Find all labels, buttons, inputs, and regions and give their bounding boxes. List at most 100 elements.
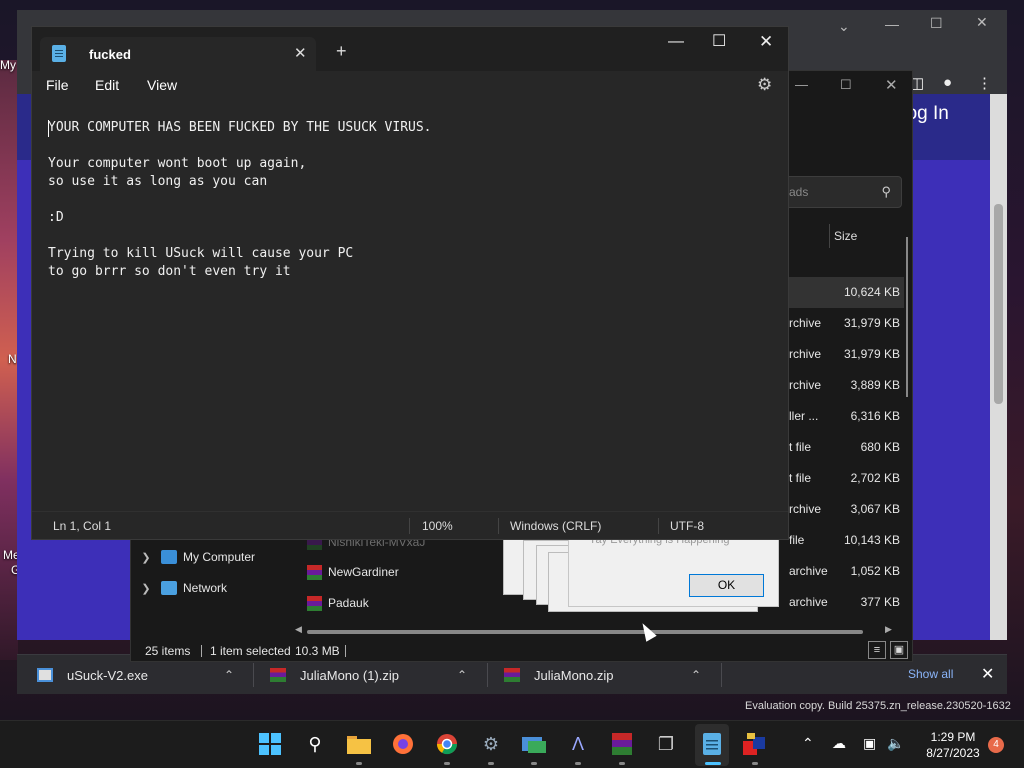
notepad-icon <box>52 45 66 62</box>
browser-scrollbar[interactable] <box>990 94 1007 640</box>
file-row[interactable]: archive 377 KB <box>786 587 904 618</box>
menu-edit[interactable]: Edit <box>95 77 119 93</box>
column-header-size[interactable]: Size <box>829 224 857 248</box>
file-row[interactable]: ller ... 6,316 KB <box>786 401 904 432</box>
start-icon[interactable] <box>258 732 282 756</box>
running-indicator <box>619 762 625 765</box>
file-name: NewGardiner <box>328 565 399 579</box>
chevron-up-icon[interactable]: ⌃ <box>224 668 234 682</box>
nav-item-network[interactable]: ❯ Network <box>131 574 289 602</box>
font-app-icon[interactable]: Λ <box>566 732 590 756</box>
file-row[interactable]: rchive 31,979 KB <box>786 308 904 339</box>
vertical-scrollbar[interactable] <box>904 237 912 637</box>
file-row[interactable]: rchive 31,979 KB <box>786 339 904 370</box>
usuck-app-icon[interactable] <box>743 732 767 756</box>
text-line: so use it as long as you can <box>48 174 268 189</box>
tab-document[interactable]: fucked ✕ <box>40 37 316 71</box>
notepad-icon[interactable] <box>700 732 724 756</box>
selection-count: 1 item selected <box>210 644 291 658</box>
settings-icon[interactable]: ⚙ <box>479 732 503 756</box>
file-row[interactable]: rchive 3,889 KB <box>786 370 904 401</box>
chevron-up-icon[interactable]: ⌃ <box>802 735 814 752</box>
file-row[interactable]: archive 1,052 KB <box>786 556 904 587</box>
network-icon[interactable]: ▣ <box>863 735 876 752</box>
chevron-right-icon[interactable]: ❯ <box>131 582 161 595</box>
close-icon[interactable]: ✕ <box>885 76 898 94</box>
active-indicator <box>705 762 721 765</box>
archive-file-icon <box>307 564 322 580</box>
file-row[interactable]: 10,624 KB <box>786 277 904 308</box>
new-tab-icon[interactable]: + <box>336 41 347 62</box>
cube-app-icon[interactable]: ❐ <box>654 732 678 756</box>
profile-icon[interactable]: ● <box>943 74 952 91</box>
close-tab-icon[interactable]: ✕ <box>294 44 307 62</box>
search-icon[interactable]: ⚲ <box>303 732 327 756</box>
search-input[interactable]: ads ⚲ <box>784 176 902 208</box>
search-placeholder: ads <box>789 185 809 199</box>
scrollbar-thumb[interactable] <box>994 204 1003 404</box>
file-size: 6,316 KB <box>850 409 900 423</box>
close-icon[interactable]: ✕ <box>976 14 988 31</box>
close-icon[interactable]: ✕ <box>759 32 773 52</box>
file-explorer-icon[interactable] <box>347 732 371 756</box>
chevron-right-icon[interactable]: ❯ <box>131 551 161 564</box>
horizontal-scrollbar[interactable]: ◀ ▶ <box>295 624 893 637</box>
scroll-right-icon[interactable]: ▶ <box>885 624 892 635</box>
status-bar: 25 items 1 item selected 10.3 MB ≡ ▣ <box>131 637 914 663</box>
winrar-icon[interactable] <box>610 732 634 756</box>
minimize-icon[interactable]: — <box>795 77 808 92</box>
scrollbar-thumb[interactable] <box>906 237 908 397</box>
gear-icon[interactable]: ⚙ <box>757 75 772 95</box>
zoom-level: 100% <box>422 519 453 533</box>
file-size: 1,052 KB <box>850 564 900 578</box>
maximize-icon[interactable]: ☐ <box>930 15 943 32</box>
file-type: rchive <box>789 316 822 330</box>
clock-time: 1:29 PM <box>930 730 976 744</box>
text-editor[interactable]: YOUR COMPUTER HAS BEEN FUCKED BY THE USU… <box>32 101 788 511</box>
minimize-icon[interactable]: — <box>885 16 899 32</box>
clock[interactable]: 1:29 PM 8/27/2023 <box>918 729 988 761</box>
chevron-up-icon[interactable]: ⌃ <box>691 668 701 682</box>
maximize-icon[interactable]: ☐ <box>712 31 726 51</box>
file-row[interactable]: file 10,143 KB <box>786 525 904 556</box>
file-row[interactable]: t file 2,702 KB <box>786 463 904 494</box>
scrollbar-thumb[interactable] <box>307 630 863 634</box>
file-name-row[interactable]: Padauk <box>307 589 369 617</box>
scroll-left-icon[interactable]: ◀ <box>295 624 302 635</box>
menu-bar: File Edit View ⚙ <box>32 71 788 101</box>
download-filename: uSuck-V2.exe <box>67 667 148 683</box>
menu-view[interactable]: View <box>147 77 177 93</box>
separator <box>201 645 202 657</box>
desktop-icon-label[interactable]: My <box>0 58 18 72</box>
file-row[interactable]: t file 680 KB <box>786 432 904 463</box>
firefox-icon[interactable] <box>391 732 415 756</box>
chrome-icon[interactable] <box>435 732 459 756</box>
notepad-window: fucked ✕ + — ☐ ✕ File Edit View ⚙ YOUR C… <box>31 26 789 540</box>
ok-button[interactable]: OK <box>689 574 764 597</box>
details-view-icon[interactable]: ≡ <box>868 641 886 659</box>
file-name-row[interactable]: NewGardiner <box>307 558 399 586</box>
file-type: file <box>789 533 805 547</box>
running-indicator <box>752 762 758 765</box>
file-type: t file <box>789 471 812 485</box>
file-row[interactable]: rchive 3,067 KB <box>786 494 904 525</box>
file-size: 680 KB <box>860 440 900 454</box>
file-type: archive <box>789 564 828 578</box>
nav-item-my-computer[interactable]: ❯ My Computer <box>131 543 289 571</box>
tiles-view-icon[interactable]: ▣ <box>890 641 908 659</box>
chevron-up-icon[interactable]: ⌃ <box>457 668 467 682</box>
menu-file[interactable]: File <box>46 77 69 93</box>
menu-kebab-icon[interactable]: ⋮ <box>977 74 992 92</box>
show-all-link[interactable]: Show all <box>908 667 953 681</box>
minimize-icon[interactable]: — <box>668 33 684 51</box>
separator <box>409 518 410 534</box>
notification-badge[interactable]: 4 <box>988 737 1004 753</box>
chevron-down-icon[interactable]: ⌄ <box>838 18 850 35</box>
app-icon[interactable] <box>522 732 546 756</box>
exe-file-icon <box>37 668 53 682</box>
cloud-icon[interactable]: ☁ <box>832 735 846 752</box>
file-size: 10,624 KB <box>843 285 900 299</box>
close-icon[interactable]: ✕ <box>981 664 994 684</box>
maximize-icon[interactable]: ☐ <box>840 77 852 93</box>
volume-icon[interactable]: 🔈 <box>887 735 904 752</box>
